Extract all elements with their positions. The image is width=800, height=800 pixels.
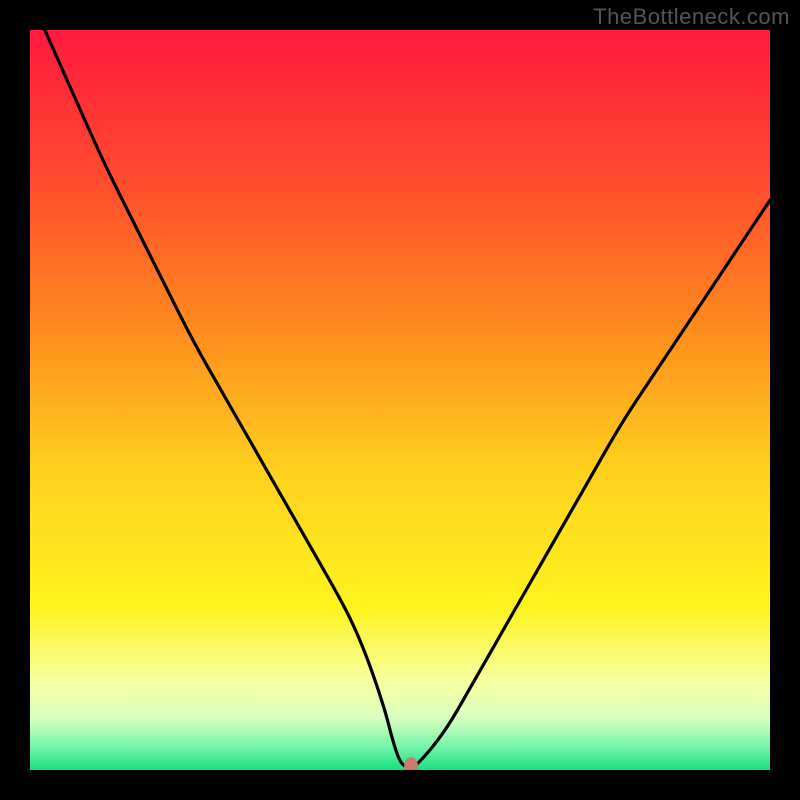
watermark-text: TheBottleneck.com bbox=[593, 4, 790, 30]
gradient-background bbox=[30, 30, 770, 770]
chart-frame: TheBottleneck.com bbox=[0, 0, 800, 800]
bottleneck-plot bbox=[30, 30, 770, 770]
